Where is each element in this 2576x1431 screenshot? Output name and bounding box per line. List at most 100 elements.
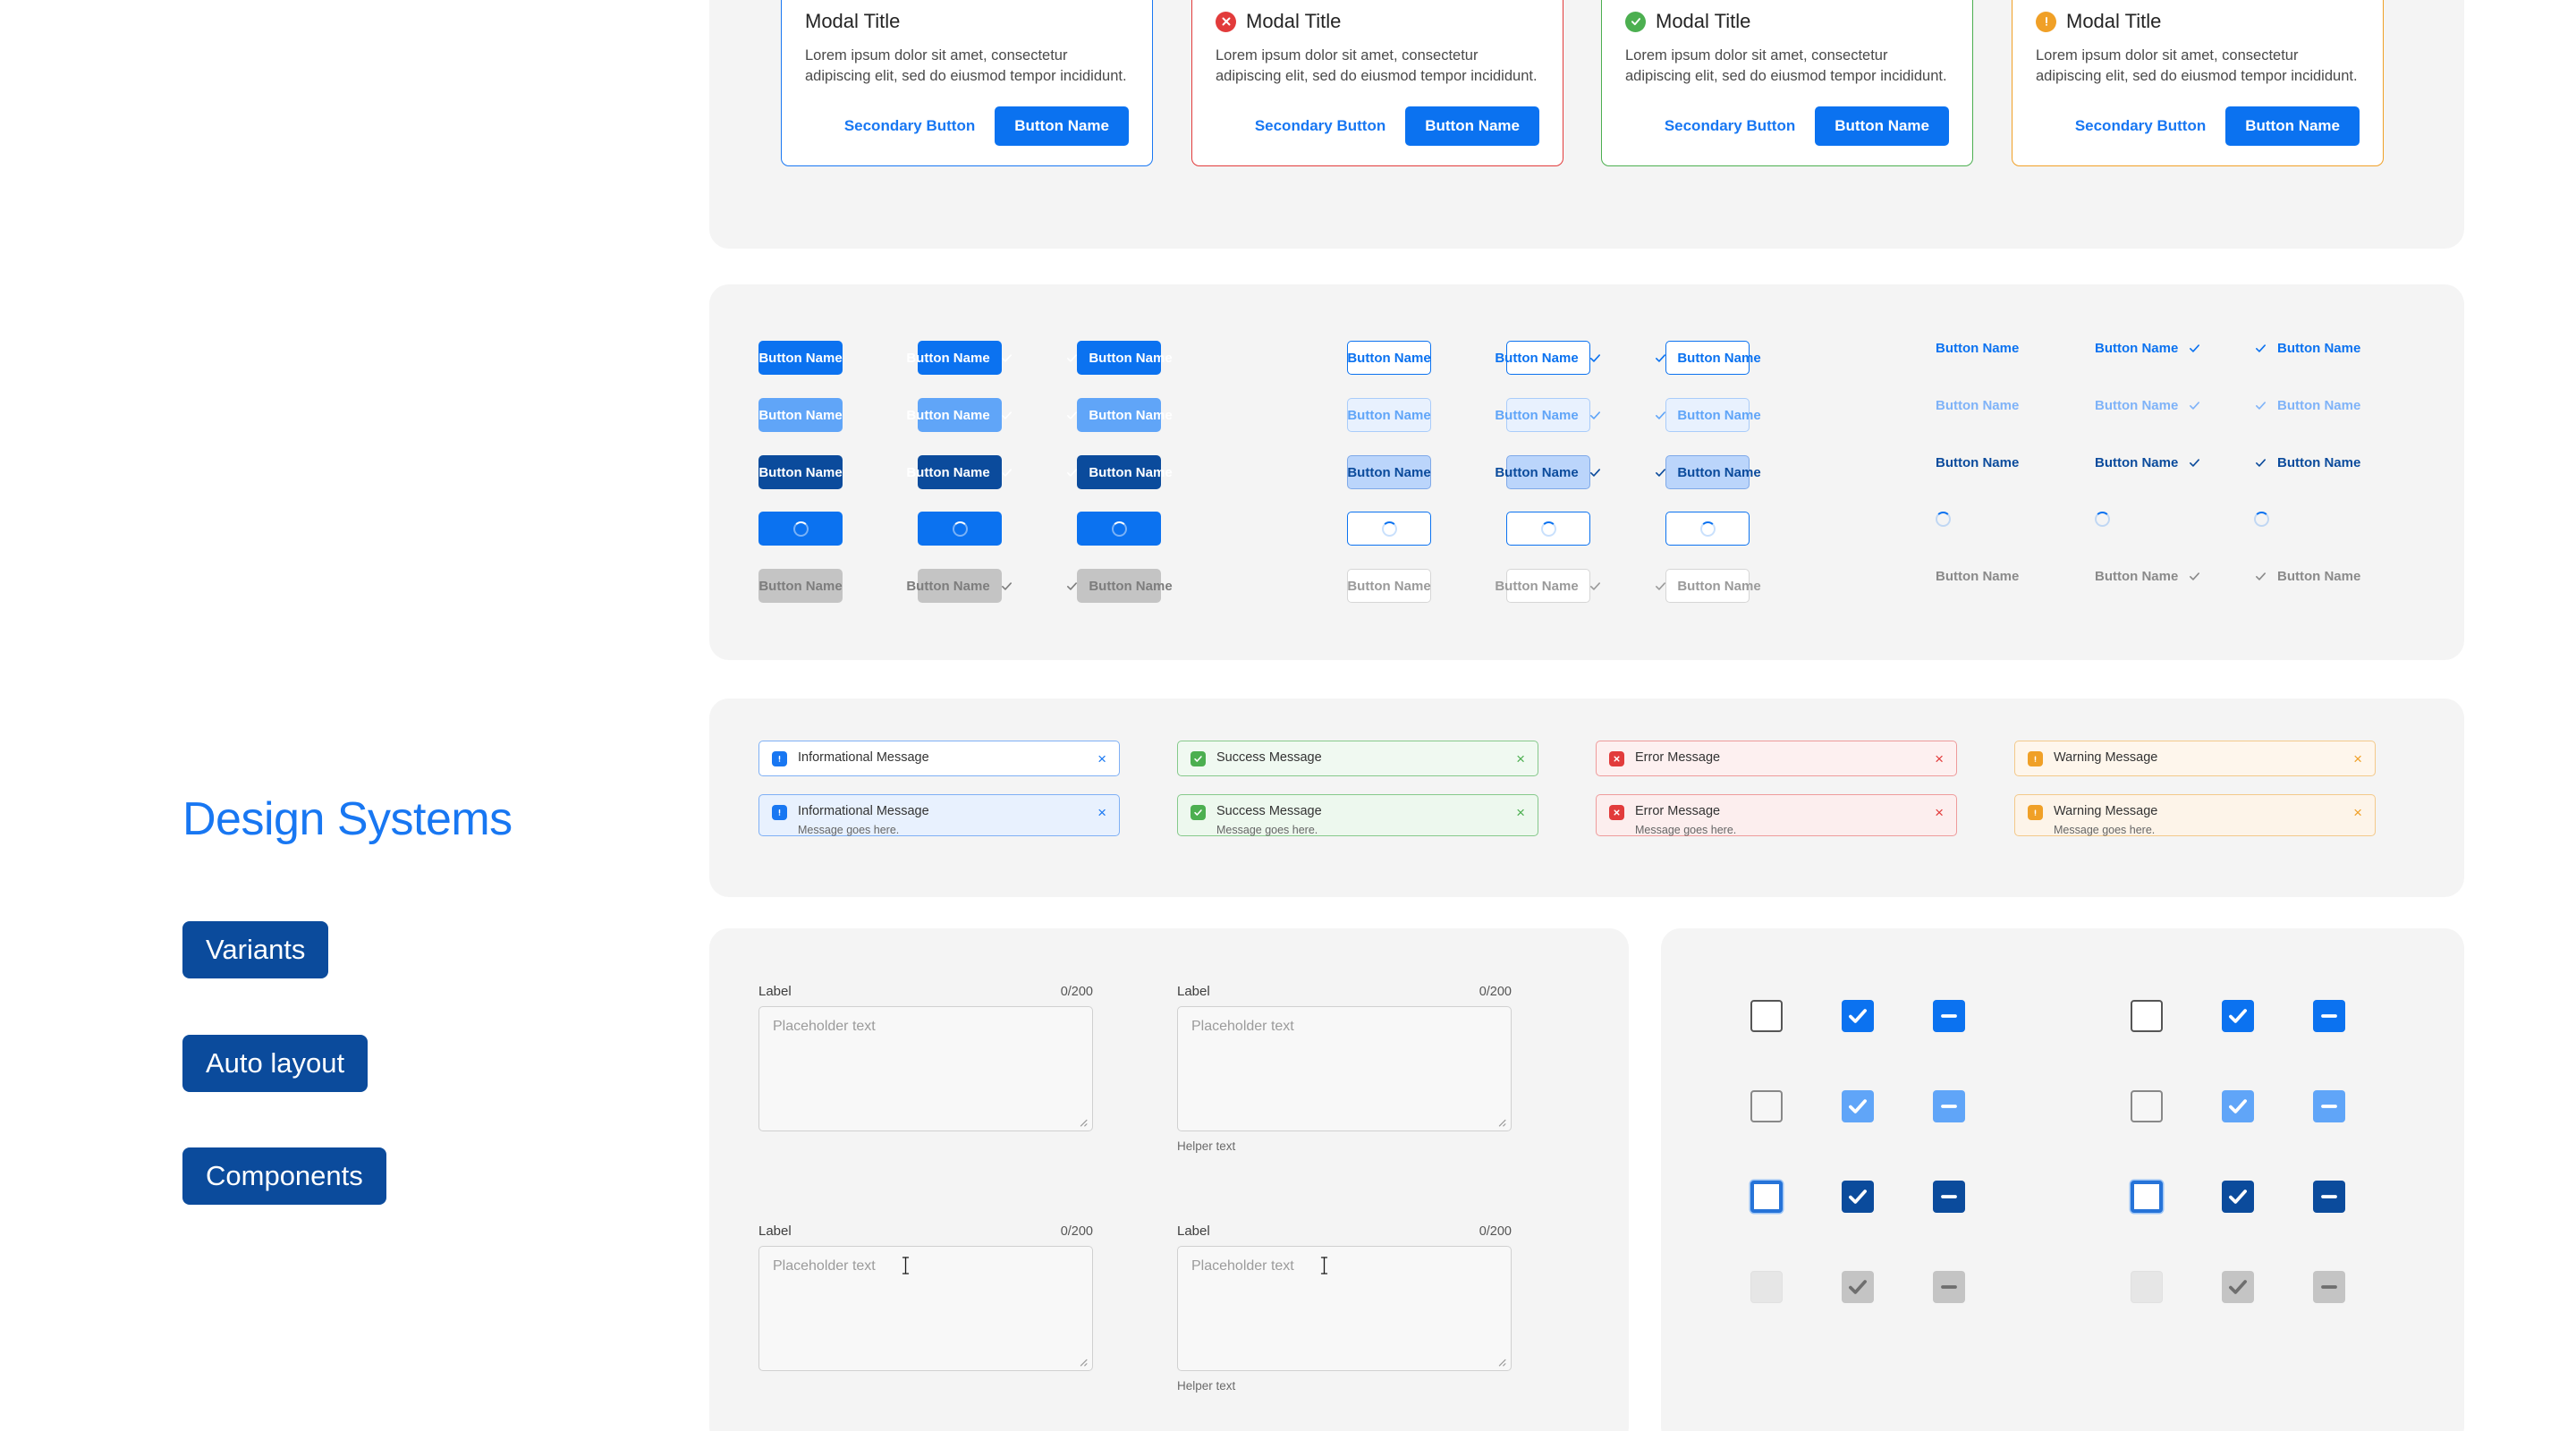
modal-title: Modal Title xyxy=(1656,10,1751,32)
button-label: Button Name xyxy=(2095,455,2179,470)
button-contained-hover-icon-trailing[interactable]: Button Name xyxy=(906,398,1012,432)
button-contained-default-icon-none[interactable]: Button Name xyxy=(758,341,843,375)
checkbox-unchecked-pressed[interactable] xyxy=(1750,1181,1783,1213)
button-text-loading-icon-trailing[interactable] xyxy=(2095,512,2110,527)
textarea-group-3: Label 0/200 Placeholder text xyxy=(758,1224,1093,1371)
button-outlined-pressed-icon-trailing[interactable]: Button Name xyxy=(1495,455,1600,489)
button-contained-loading-icon-trailing[interactable] xyxy=(918,512,1002,546)
minus-icon xyxy=(2321,1105,2337,1108)
secondary-button[interactable]: Secondary Button xyxy=(1255,117,1385,135)
check-icon xyxy=(1065,466,1079,479)
checkbox-unchecked-pressed[interactable] xyxy=(2131,1181,2163,1213)
button-contained-hover-icon-leading[interactable]: Button Name xyxy=(1067,398,1173,432)
character-counter: 0/200 xyxy=(1060,1224,1093,1239)
checkbox-checked-pressed[interactable] xyxy=(1842,1181,1874,1213)
checkbox-indeterminate-hover[interactable] xyxy=(1933,1090,1965,1122)
button-text-hover-icon-trailing[interactable]: Button Name xyxy=(2095,398,2201,413)
button-outlined-default-icon-leading[interactable]: Button Name xyxy=(1656,341,1761,375)
button-contained-pressed-icon-trailing[interactable]: Button Name xyxy=(906,455,1012,489)
alert-text: Informational Message xyxy=(798,750,1097,765)
checkbox-checked-default[interactable] xyxy=(1842,1000,1874,1032)
button-outlined-loading-icon-none[interactable] xyxy=(1347,512,1431,546)
close-icon[interactable]: × xyxy=(2353,805,2362,820)
modal-body: Lorem ipsum dolor sit amet, consectetur … xyxy=(1625,47,1947,85)
textarea-input[interactable]: Placeholder text xyxy=(758,1246,1093,1371)
button-label: Button Name xyxy=(906,578,990,594)
button-contained-default-icon-trailing[interactable]: Button Name xyxy=(906,341,1012,375)
checkbox-indeterminate-hover[interactable] xyxy=(2313,1090,2345,1122)
textarea-input[interactable]: Placeholder text xyxy=(758,1006,1093,1131)
button-outlined-pressed-icon-leading[interactable]: Button Name xyxy=(1656,455,1761,489)
button-contained-hover-icon-none[interactable]: Button Name xyxy=(758,398,843,432)
button-contained-pressed-icon-none[interactable]: Button Name xyxy=(758,455,843,489)
checkbox-unchecked-hover[interactable] xyxy=(1750,1090,1783,1122)
checkbox-indeterminate-pressed[interactable] xyxy=(1933,1181,1965,1213)
checkbox-checked-hover[interactable] xyxy=(1842,1090,1874,1122)
checkbox-checked-disabled xyxy=(1842,1271,1874,1303)
checkbox-indeterminate-pressed[interactable] xyxy=(2313,1181,2345,1213)
checkbox-unchecked-default[interactable] xyxy=(1750,1000,1783,1032)
checkbox-checked-pressed[interactable] xyxy=(2222,1181,2254,1213)
checkbox-checked-disabled xyxy=(2222,1271,2254,1303)
button-outlined-hover-icon-leading[interactable]: Button Name xyxy=(1656,398,1761,432)
alert-warning-with-message: Warning Message Message goes here. × xyxy=(2014,794,2376,836)
button-contained-disabled-icon-leading: Button Name xyxy=(1067,569,1173,603)
close-icon[interactable]: × xyxy=(1097,805,1106,820)
button-text-hover-icon-none[interactable]: Button Name xyxy=(1936,398,2019,413)
checkbox-checked-hover[interactable] xyxy=(2222,1090,2254,1122)
nav-button-components[interactable]: Components xyxy=(182,1147,386,1205)
resize-handle-icon[interactable] xyxy=(1495,1355,1506,1367)
button-label: Button Name xyxy=(906,464,990,480)
button-outlined-hover-icon-trailing[interactable]: Button Name xyxy=(1495,398,1600,432)
primary-button[interactable]: Button Name xyxy=(1815,106,1949,146)
button-text-default-icon-trailing[interactable]: Button Name xyxy=(2095,341,2201,356)
primary-button[interactable]: Button Name xyxy=(2225,106,2360,146)
resize-handle-icon[interactable] xyxy=(1495,1115,1506,1127)
close-icon[interactable]: × xyxy=(1516,805,1525,820)
button-text-default-icon-leading[interactable]: Button Name xyxy=(2254,341,2360,356)
button-text-pressed-icon-trailing[interactable]: Button Name xyxy=(2095,455,2201,470)
button-text-pressed-icon-none[interactable]: Button Name xyxy=(1936,455,2019,470)
secondary-button[interactable]: Secondary Button xyxy=(844,117,975,135)
close-icon[interactable]: × xyxy=(1097,751,1106,766)
alert-informational-compact: Informational Message × xyxy=(758,741,1120,776)
button-contained-loading-icon-leading[interactable] xyxy=(1077,512,1161,546)
button-outlined-pressed-icon-none[interactable]: Button Name xyxy=(1347,455,1431,489)
resize-handle-icon[interactable] xyxy=(1076,1115,1088,1127)
button-text-loading-icon-leading[interactable] xyxy=(2254,512,2269,527)
textarea-input[interactable]: Placeholder text xyxy=(1177,1246,1512,1371)
nav-button-auto-layout[interactable]: Auto layout xyxy=(182,1035,369,1092)
button-text-pressed-icon-leading[interactable]: Button Name xyxy=(2254,455,2360,470)
alert-text: Error Message Message goes here. xyxy=(1635,804,1935,836)
button-contained-pressed-icon-leading[interactable]: Button Name xyxy=(1067,455,1173,489)
checkbox-indeterminate-default[interactable] xyxy=(2313,1000,2345,1032)
button-outlined-default-icon-trailing[interactable]: Button Name xyxy=(1495,341,1600,375)
button-text-loading-icon-none[interactable] xyxy=(1936,512,1951,527)
primary-button[interactable]: Button Name xyxy=(995,106,1129,146)
button-outlined-loading-icon-trailing[interactable] xyxy=(1506,512,1590,546)
secondary-button[interactable]: Secondary Button xyxy=(1665,117,1795,135)
close-icon[interactable]: × xyxy=(1516,751,1525,766)
checkbox-checked-default[interactable] xyxy=(2222,1000,2254,1032)
checkbox-unchecked-hover[interactable] xyxy=(2131,1090,2163,1122)
secondary-button[interactable]: Secondary Button xyxy=(2075,117,2206,135)
close-icon[interactable]: × xyxy=(2353,751,2362,766)
button-text-hover-icon-leading[interactable]: Button Name xyxy=(2254,398,2360,413)
button-outlined-loading-icon-leading[interactable] xyxy=(1665,512,1750,546)
checkbox-unchecked-default[interactable] xyxy=(2131,1000,2163,1032)
primary-button[interactable]: Button Name xyxy=(1405,106,1539,146)
nav-button-variants[interactable]: Variants xyxy=(182,921,329,978)
spinner-icon xyxy=(792,521,809,537)
check-icon xyxy=(1065,580,1079,593)
button-outlined-hover-icon-none[interactable]: Button Name xyxy=(1347,398,1431,432)
button-contained-loading-icon-none[interactable] xyxy=(758,512,843,546)
resize-handle-icon[interactable] xyxy=(1076,1355,1088,1367)
checkbox-indeterminate-default[interactable] xyxy=(1933,1000,1965,1032)
close-icon[interactable]: × xyxy=(1935,751,1944,766)
button-contained-default-icon-leading[interactable]: Button Name xyxy=(1067,341,1173,375)
button-text-default-icon-none[interactable]: Button Name xyxy=(1936,341,2019,356)
button-outlined-disabled-icon-trailing: Button Name xyxy=(1495,569,1600,603)
textarea-input[interactable]: Placeholder text xyxy=(1177,1006,1512,1131)
close-icon[interactable]: × xyxy=(1935,805,1944,820)
button-outlined-default-icon-none[interactable]: Button Name xyxy=(1347,341,1431,375)
